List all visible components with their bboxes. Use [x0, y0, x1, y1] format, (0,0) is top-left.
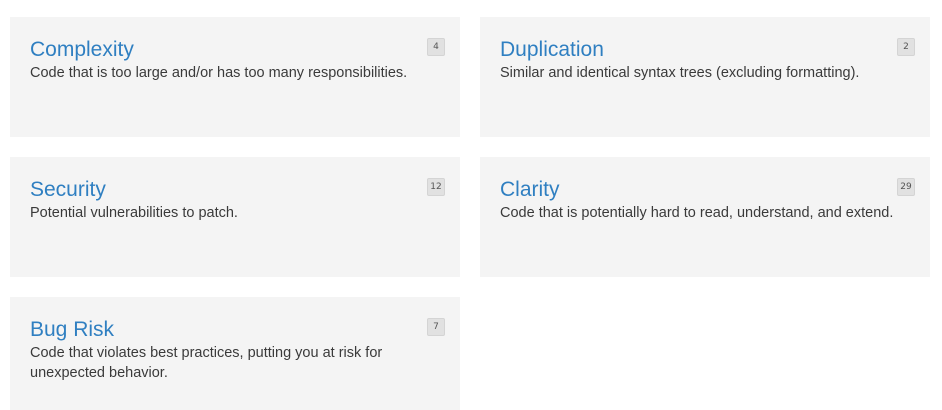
category-title[interactable]: Duplication — [500, 38, 910, 62]
category-card-complexity[interactable]: Complexity Code that is too large and/or… — [10, 17, 460, 137]
category-card-security[interactable]: Security Potential vulnerabilities to pa… — [10, 157, 460, 277]
category-description: Code that violates best practices, putti… — [30, 345, 383, 381]
issue-count-badge: 7 — [427, 318, 445, 336]
category-description: Potential vulnerabilities to patch. — [30, 205, 238, 221]
issue-count-badge: 29 — [897, 178, 915, 196]
category-description: Similar and identical syntax trees (excl… — [500, 65, 860, 81]
category-card-clarity[interactable]: Clarity Code that is potentially hard to… — [480, 157, 930, 277]
category-title[interactable]: Security — [30, 178, 440, 202]
category-title[interactable]: Complexity — [30, 38, 440, 62]
category-description: Code that is too large and/or has too ma… — [30, 65, 408, 81]
issue-count-badge: 2 — [897, 38, 915, 56]
issue-count-badge: 4 — [427, 38, 445, 56]
category-title[interactable]: Bug Risk — [30, 318, 440, 342]
category-description: Code that is potentially hard to read, u… — [500, 205, 894, 221]
category-card-bug-risk[interactable]: Bug Risk Code that violates best practic… — [10, 297, 460, 410]
issue-count-badge: 12 — [427, 178, 445, 196]
category-card-duplication[interactable]: Duplication Similar and identical syntax… — [480, 17, 930, 137]
category-title[interactable]: Clarity — [500, 178, 910, 202]
